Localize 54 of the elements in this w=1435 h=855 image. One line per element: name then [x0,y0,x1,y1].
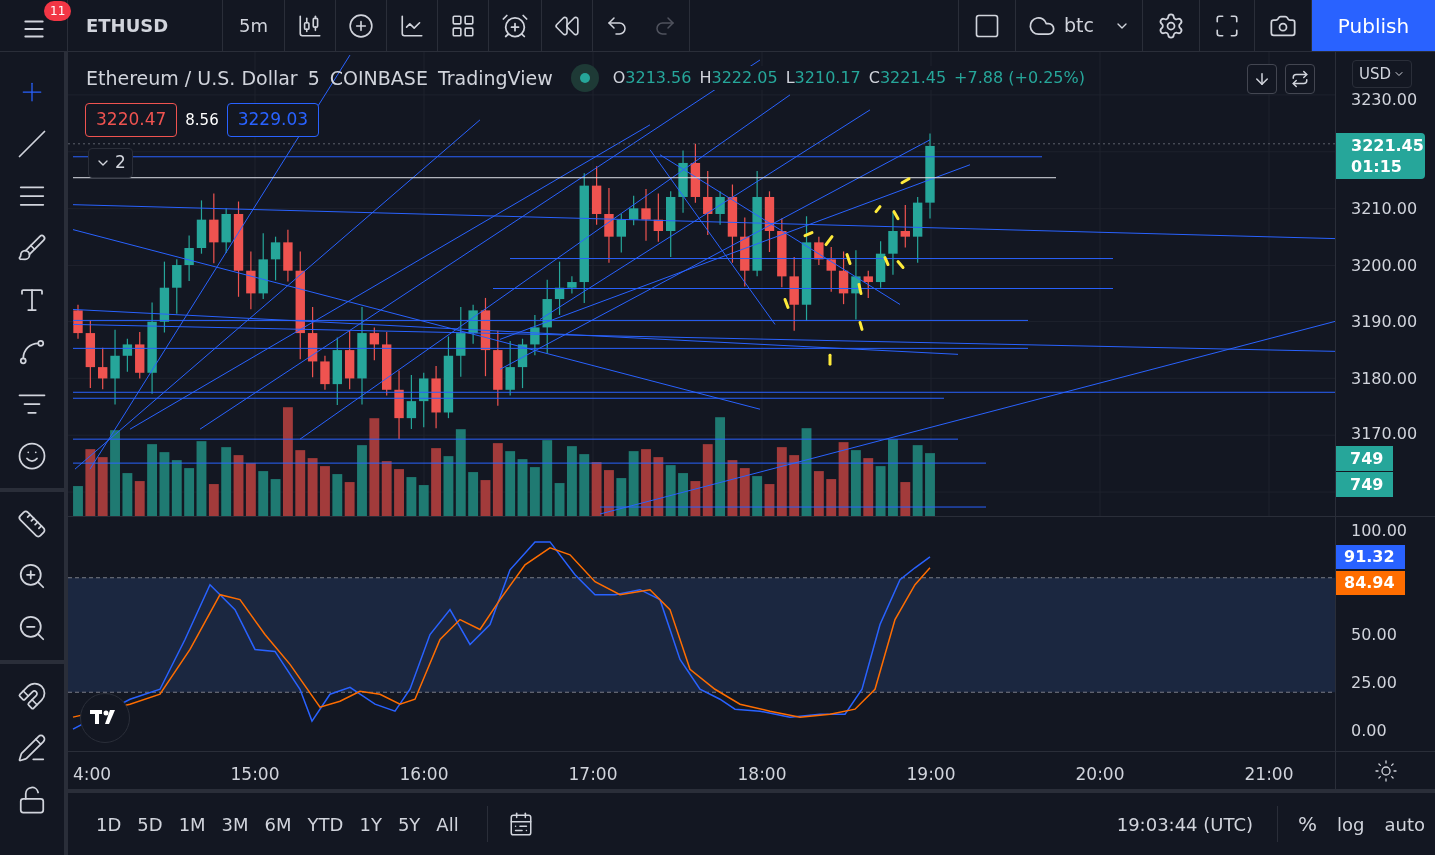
time-tick: 17:00 [568,763,618,786]
d-value-label: 84.94 [1336,571,1405,595]
range-button[interactable]: 5D [129,806,171,842]
time-tick: 21:00 [1244,763,1294,786]
volume-label: 749 [1336,446,1393,471]
volume-label: 749 [1336,472,1393,497]
layout-button[interactable]: btc [1016,0,1143,51]
indicators-toggle[interactable]: 2 [88,148,133,178]
price-tick: 3170.00 [1351,424,1418,444]
range-button[interactable]: All [428,806,467,842]
time-tick: 20:00 [1075,763,1125,786]
interval-button[interactable]: 5m [223,0,285,51]
price-tick: 3180.00 [1351,369,1418,389]
range-button[interactable]: 6M [256,806,300,842]
oscillator-tick: 100.00 [1351,521,1407,541]
close-value: C3221.45 [868,67,947,90]
percent-button[interactable]: % [1288,809,1328,839]
price-tick: 3230.00 [1351,90,1418,110]
log-button[interactable]: log [1327,810,1375,838]
range-button[interactable]: 1M [170,806,214,842]
range-button[interactable]: 5Y [389,806,429,842]
symbol-title: Ethereum / U.S. Dollar [86,66,298,91]
price-tick: 3200.00 [1351,256,1418,276]
time-tick: 15:00 [230,763,280,786]
range-button[interactable]: 1Y [351,806,390,842]
range-button[interactable]: YTD [299,806,352,842]
k-value-label: 91.32 [1336,545,1405,569]
open-value: O3213.56 [612,67,692,90]
interval-label: 5 [307,66,320,91]
low-value: L3210.17 [785,67,861,90]
price-tick: 3190.00 [1351,312,1418,332]
change-value: +7.88 (+0.25%) [954,67,1085,90]
auto-button[interactable]: auto [1374,810,1435,838]
oscillator-tick: 25.00 [1351,673,1397,693]
spread-value: 8.56 [185,109,219,131]
oscillator-tick: 50.00 [1351,625,1397,645]
time-tick: 16:00 [399,763,449,786]
clock-text: 19:03:44 (UTC) [1115,812,1254,837]
symbol-button[interactable]: ETHUSD [68,0,223,51]
range-button[interactable]: 3M [213,806,257,842]
notification-badge: 11 [44,1,72,21]
range-button[interactable]: 1D [88,806,130,842]
price-tick: 3210.00 [1351,199,1418,219]
time-tick: 4:00 [72,763,112,786]
publish-button[interactable]: Publish [1312,0,1435,51]
currency-button[interactable]: USD [1352,60,1413,88]
time-tick: 19:00 [906,763,956,786]
oscillator-tick: 0.00 [1351,721,1387,741]
time-tick: 18:00 [737,763,787,786]
high-value: H3222.05 [699,67,778,90]
sell-price-button[interactable]: 3220.47 [85,103,178,137]
source-label: TradingView [437,66,553,91]
buy-price-button[interactable]: 3229.03 [226,103,320,137]
last-price-label: 3221.45 01:15 [1336,133,1425,179]
